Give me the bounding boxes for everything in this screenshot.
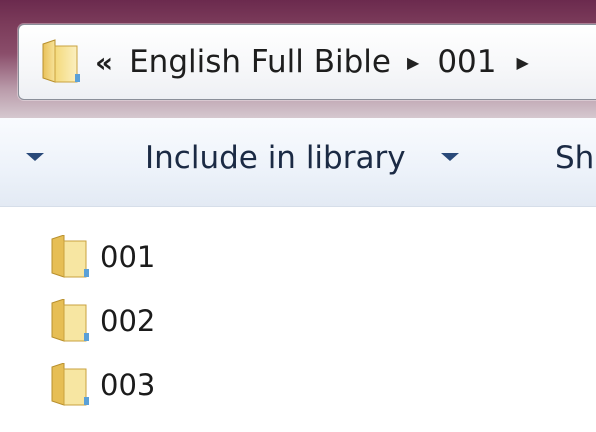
explorer-window: « English Full Bible ▶ 001 ▶ Include in …: [0, 0, 596, 432]
breadcrumb-separator-icon[interactable]: ▶: [516, 53, 528, 72]
include-in-library-dropdown-icon[interactable]: [441, 153, 459, 161]
folder-icon: [48, 234, 92, 279]
list-item[interactable]: 001: [48, 232, 588, 282]
folder-icon: [39, 38, 83, 86]
breadcrumb-item-english-full-bible[interactable]: English Full Bible: [129, 44, 391, 80]
file-name: 002: [100, 304, 156, 338]
organize-dropdown-arrow-icon[interactable]: [26, 153, 44, 161]
folder-icon: [48, 298, 92, 343]
file-name: 003: [100, 368, 156, 402]
breadcrumb-overflow[interactable]: «: [95, 46, 113, 79]
share-with-button[interactable]: Sh: [555, 140, 594, 176]
list-item[interactable]: 003: [48, 360, 588, 410]
file-name: 001: [100, 240, 156, 274]
breadcrumb-separator-icon[interactable]: ▶: [407, 53, 419, 72]
address-bar[interactable]: « English Full Bible ▶ 001 ▶: [18, 24, 596, 100]
include-in-library-button[interactable]: Include in library: [145, 140, 406, 176]
file-list: 001 002 003: [48, 232, 588, 424]
folder-icon: [48, 362, 92, 407]
list-item[interactable]: 002: [48, 296, 588, 346]
breadcrumb-item-001[interactable]: 001: [437, 44, 496, 80]
